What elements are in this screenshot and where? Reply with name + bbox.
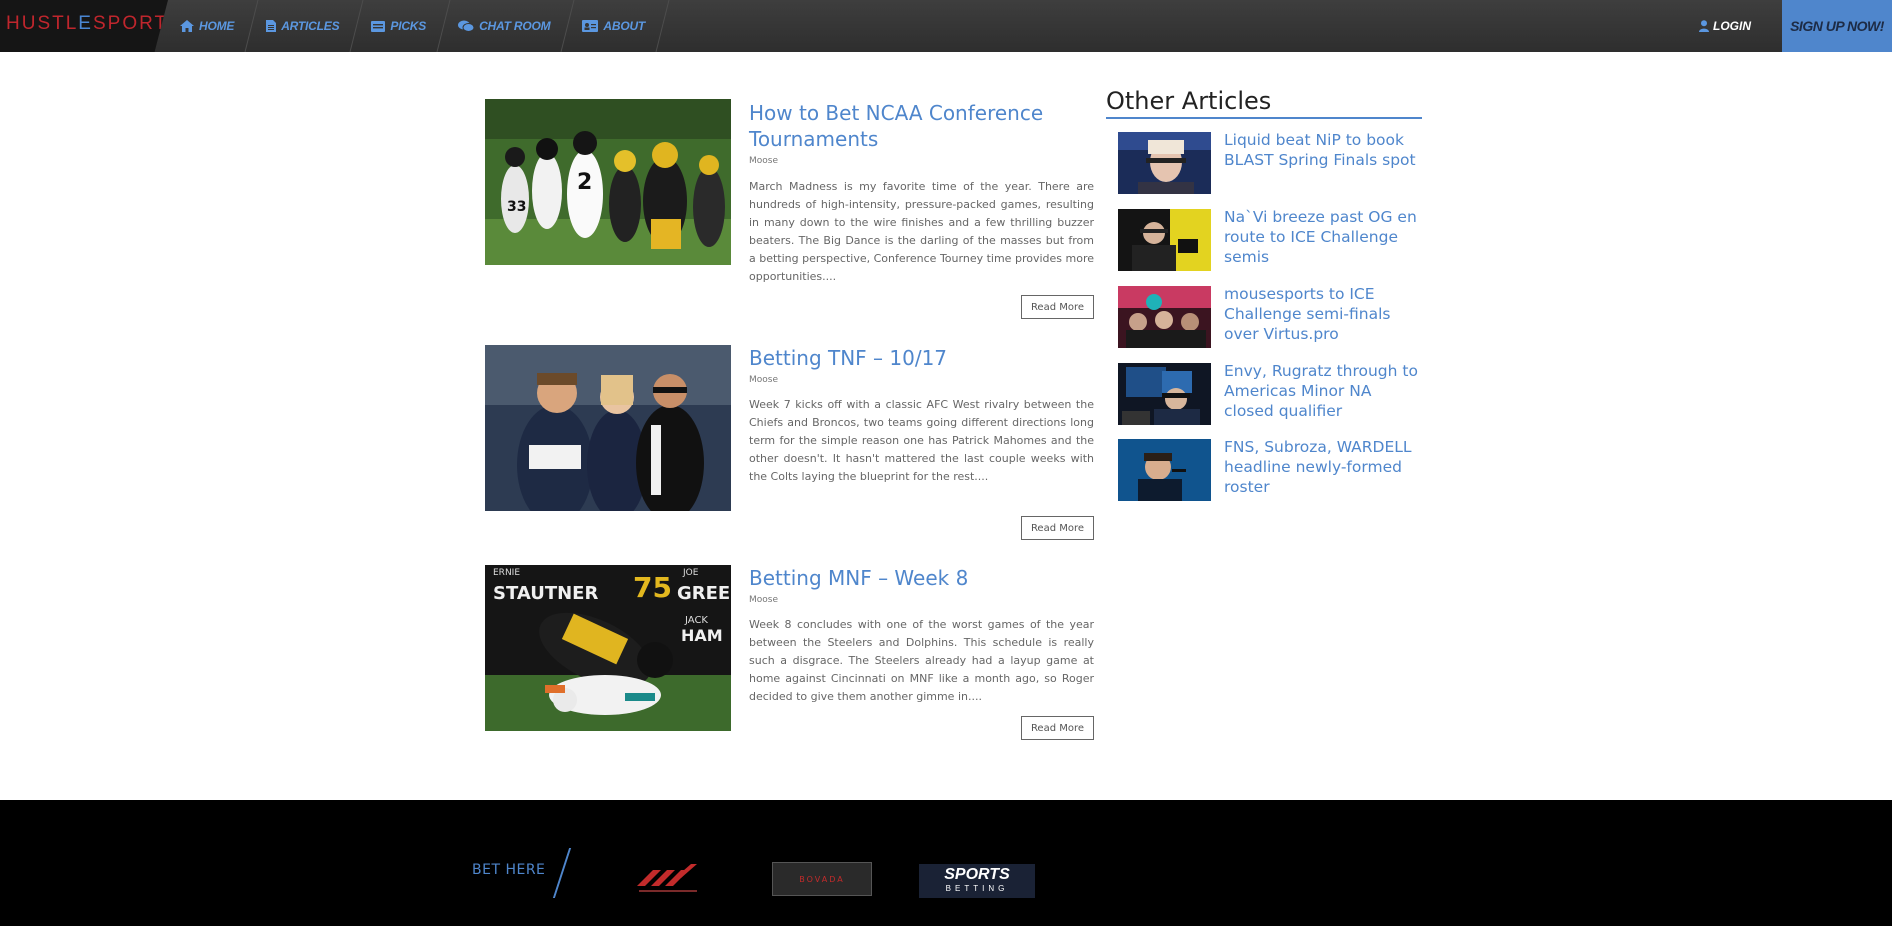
image-caption-text: STAUTNER	[493, 583, 598, 604]
nav-menu: HOME ARTICLES PICKS CHAT ROOM ABOUT	[168, 0, 665, 52]
document-icon	[266, 20, 277, 32]
article-title[interactable]: How to Bet NCAA Conference Tournaments	[749, 100, 1094, 152]
chat-icon	[458, 20, 475, 32]
sidebar-article-thumbnail[interactable]	[1118, 439, 1211, 501]
id-card-icon	[582, 20, 599, 32]
other-articles-heading: Other Articles	[1106, 84, 1422, 119]
image-caption-text: ERNIE	[493, 568, 520, 578]
sportsbetting-logo[interactable]: SPORTS BETTING	[919, 864, 1035, 898]
bet-here-label: BET HERE	[472, 862, 546, 878]
home-icon	[180, 20, 194, 32]
sidebar-article-title[interactable]: mousesports to ICE Challenge semi-finals…	[1224, 284, 1419, 344]
read-more-button[interactable]: Read More	[1021, 716, 1094, 740]
sidebar-article[interactable]: FNS, Subroza, WARDELL headline newly-for…	[1118, 437, 1418, 501]
article-thumbnail[interactable]	[485, 345, 731, 511]
image-caption-text: GREE	[677, 583, 730, 604]
nav-item-chat-room[interactable]: CHAT ROOM	[446, 0, 570, 52]
image-caption-text: JOE	[682, 568, 699, 578]
sidebar-article-thumbnail[interactable]	[1118, 209, 1211, 271]
article-title[interactable]: Betting MNF – Week 8	[749, 565, 1094, 591]
nav-item-label: CHAT ROOM	[479, 19, 551, 33]
article-card: ERNIE STAUTNER 75 JOE GREE JACK HAM Bett…	[485, 565, 1094, 741]
divider-slash	[552, 848, 572, 898]
sidebar-article-thumbnail[interactable]	[1118, 286, 1211, 348]
footer: BET HERE BOVADA SPORTS BETTING	[0, 800, 1892, 926]
image-caption-text: HAM	[681, 626, 723, 645]
image-caption-text: JACK	[684, 615, 708, 626]
article-author[interactable]: Moose	[749, 156, 778, 166]
sidebar-article[interactable]: Liquid beat NiP to book BLAST Spring Fin…	[1118, 130, 1418, 194]
sportsbook-logo[interactable]	[635, 860, 701, 896]
sidebar-article[interactable]: Envy, Rugratz through to Americas Minor …	[1118, 361, 1418, 425]
sportsbetting-wordmark-top: SPORTS	[944, 866, 1010, 883]
sportsbetting-wordmark-bottom: BETTING	[945, 884, 1009, 893]
brand-hustle: HUSTL	[6, 13, 79, 34]
login-link[interactable]: LOGIN	[1699, 0, 1751, 52]
sidebar-article-thumbnail[interactable]	[1118, 132, 1211, 194]
nav-item-label: ARTICLES	[281, 19, 340, 33]
nav-item-label: PICKS	[390, 19, 427, 33]
ticket-icon	[371, 20, 386, 32]
nav-item-home[interactable]: HOME	[168, 0, 254, 52]
sidebar-article-title[interactable]: Envy, Rugratz through to Americas Minor …	[1224, 361, 1419, 421]
sidebar-article-title[interactable]: Na`Vi breeze past OG en route to ICE Cha…	[1224, 207, 1419, 267]
bovada-logo[interactable]: BOVADA	[772, 862, 872, 896]
sidebar-article-thumbnail[interactable]	[1118, 363, 1211, 425]
sidebar-article[interactable]: Na`Vi breeze past OG en route to ICE Cha…	[1118, 207, 1418, 271]
nav-item-label: HOME	[199, 19, 235, 33]
brand-logo[interactable]: HUSTLESPORTS	[0, 0, 168, 52]
article-title[interactable]: Betting TNF – 10/17	[749, 345, 1094, 371]
signup-button[interactable]: SIGN UP NOW!	[1782, 0, 1892, 52]
article-author[interactable]: Moose	[749, 595, 778, 605]
article-author[interactable]: Moose	[749, 375, 778, 385]
article-excerpt: Week 7 kicks off with a classic AFC West…	[749, 398, 1094, 483]
sidebar-heading-text: Other Articles	[1106, 87, 1272, 115]
nav-item-articles[interactable]: ARTICLES	[254, 0, 359, 52]
brand-e: E	[78, 13, 93, 34]
bovada-wordmark: BOVADA	[799, 874, 845, 884]
brand-wordmark: HUSTLESPORTS	[6, 13, 168, 35]
read-more-button[interactable]: Read More	[1021, 516, 1094, 540]
article-thumbnail[interactable]: ERNIE STAUTNER 75 JOE GREE JACK HAM	[485, 565, 731, 731]
nav-item-about[interactable]: ABOUT	[570, 0, 665, 52]
sidebar-article-title[interactable]: Liquid beat NiP to book BLAST Spring Fin…	[1224, 130, 1419, 170]
article-card: Betting TNF – 10/17 Moose Week 7 kicks o…	[485, 345, 1094, 545]
nav-item-label: ABOUT	[603, 19, 646, 33]
svg-text:2: 2	[577, 170, 592, 195]
article-excerpt: Week 8 concludes with one of the worst g…	[749, 618, 1094, 703]
article-thumbnail[interactable]: 2 33	[485, 99, 731, 265]
svg-text:33: 33	[507, 199, 526, 215]
user-icon	[1699, 20, 1709, 32]
sidebar-article-title[interactable]: FNS, Subroza, WARDELL headline newly-for…	[1224, 437, 1419, 497]
image-caption-text: 75	[633, 571, 672, 604]
article-card: 2 33 How to Bet NCAA Conference Tourname…	[485, 99, 1094, 321]
article-excerpt: March Madness is my favorite time of the…	[749, 180, 1094, 283]
top-navbar: HUSTLESPORTS HOME ARTICLES PICKS CHAT RO…	[0, 0, 1892, 52]
nav-item-picks[interactable]: PICKS	[359, 0, 446, 52]
login-label: LOGIN	[1713, 19, 1751, 33]
sidebar-article[interactable]: mousesports to ICE Challenge semi-finals…	[1118, 284, 1418, 348]
read-more-button[interactable]: Read More	[1021, 295, 1094, 319]
